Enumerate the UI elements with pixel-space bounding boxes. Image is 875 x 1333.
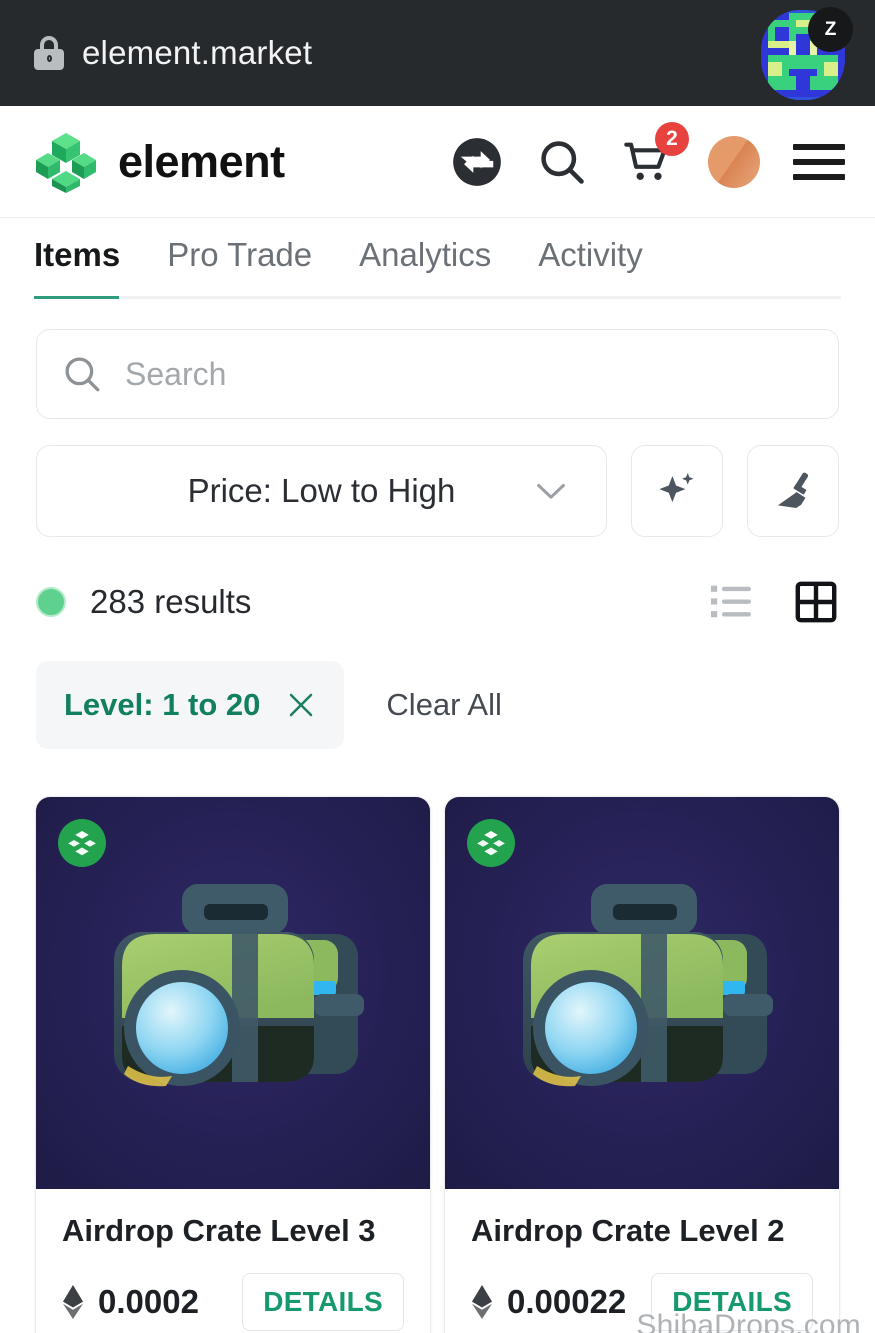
list-view-icon-glyph bbox=[711, 585, 751, 618]
lock-icon bbox=[34, 36, 64, 70]
nft-price: 0.00022 bbox=[507, 1283, 627, 1320]
sparkle-icon bbox=[659, 472, 694, 503]
sort-dropdown-value: Price: Low to High bbox=[187, 472, 456, 509]
brand-home-link[interactable]: element bbox=[34, 131, 285, 193]
main-content: Price: Low to High bbox=[0, 329, 875, 1333]
tab-active-underline bbox=[34, 296, 119, 299]
sweep-button[interactable] bbox=[747, 445, 839, 537]
list-view-icon[interactable] bbox=[709, 582, 753, 622]
nft-artwork[interactable] bbox=[445, 797, 839, 1189]
browser-url-bar[interactable]: element.market Z bbox=[0, 0, 875, 106]
live-status-dot bbox=[36, 587, 66, 617]
browser-account-badge[interactable]: Z bbox=[808, 7, 853, 52]
filter-chip-level[interactable]: Level: 1 to 20 bbox=[36, 661, 345, 749]
filter-chip-label: Level: 1 to 20 bbox=[64, 687, 261, 722]
nft-artwork[interactable] bbox=[36, 797, 430, 1189]
grid-view-icon-glyph bbox=[795, 581, 837, 623]
ethereum-icon bbox=[471, 1285, 493, 1319]
view-toggle-group bbox=[709, 579, 839, 625]
nft-title: Airdrop Crate Level 3 bbox=[62, 1213, 376, 1248]
swap-icon-glyph bbox=[453, 137, 501, 186]
chain-badge-cube-glyph bbox=[477, 831, 505, 856]
sort-dropdown[interactable]: Price: Low to High bbox=[36, 445, 607, 537]
tab-activity[interactable]: Activity bbox=[538, 218, 643, 296]
tab-underline-track bbox=[34, 296, 841, 299]
ethereum-icon bbox=[62, 1285, 84, 1319]
clear-all-button[interactable]: Clear All bbox=[366, 687, 521, 723]
details-button[interactable]: DETAILS bbox=[242, 1273, 404, 1331]
chain-badge-cube-glyph bbox=[68, 831, 96, 856]
search-icon bbox=[65, 357, 100, 392]
nft-card[interactable]: Airdrop Crate Level 3 0.0002 DETAILS bbox=[36, 797, 430, 1333]
nft-title: Airdrop Crate Level 2 bbox=[471, 1213, 785, 1248]
tabs-bar: Items Pro Trade Analytics Activity bbox=[0, 218, 875, 299]
brand-name: element bbox=[118, 135, 285, 187]
search-bar[interactable] bbox=[36, 329, 839, 419]
nft-card-grid: Airdrop Crate Level 3 0.0002 DETAILS Air… bbox=[36, 797, 839, 1333]
filter-row: Price: Low to High bbox=[36, 445, 839, 537]
crate-artwork bbox=[523, 883, 773, 1087]
cart-icon[interactable]: 2 bbox=[621, 121, 689, 188]
url-text: element.market bbox=[82, 34, 313, 71]
search-input[interactable] bbox=[125, 330, 814, 418]
close-icon[interactable] bbox=[286, 690, 316, 720]
active-filters-row: Level: 1 to 20 Clear All bbox=[36, 661, 839, 749]
cart-count-badge: 2 bbox=[655, 121, 689, 156]
element-chain-badge-icon bbox=[58, 819, 106, 867]
crate-artwork bbox=[114, 883, 364, 1087]
tab-pro-trade[interactable]: Pro Trade bbox=[167, 218, 312, 296]
tab-items[interactable]: Items bbox=[34, 218, 120, 296]
avatar[interactable] bbox=[708, 135, 760, 188]
nft-info: Airdrop Crate Level 3 0.0002 DETAILS bbox=[36, 1189, 430, 1333]
header-actions: 2 bbox=[451, 121, 845, 188]
results-count: 283 results bbox=[90, 583, 252, 620]
search-icon-glyph bbox=[541, 140, 584, 184]
element-chain-badge-icon bbox=[467, 819, 515, 867]
tab-analytics[interactable]: Analytics bbox=[359, 218, 491, 296]
search-icon[interactable] bbox=[536, 136, 588, 188]
browser-profile-area[interactable]: Z bbox=[753, 5, 853, 101]
broom-icon bbox=[777, 472, 809, 509]
swap-icon[interactable] bbox=[451, 136, 503, 188]
nft-price: 0.0002 bbox=[98, 1283, 199, 1320]
nft-price-row: 0.0002 DETAILS bbox=[62, 1273, 404, 1331]
watermark: ShibaDrops.com bbox=[636, 1309, 861, 1333]
sparkle-button[interactable] bbox=[631, 445, 723, 537]
element-cube-logo-icon bbox=[36, 132, 96, 193]
hamburger-icon-glyph bbox=[793, 143, 845, 180]
tabs-list: Items Pro Trade Analytics Activity bbox=[34, 218, 841, 296]
hamburger-menu-icon[interactable] bbox=[793, 143, 845, 180]
chevron-down-icon bbox=[537, 483, 565, 499]
results-row: 283 results bbox=[36, 579, 839, 625]
page-root: element.market Z element 2 Items Pro Tra… bbox=[0, 0, 875, 1333]
grid-view-icon[interactable] bbox=[793, 579, 839, 625]
site-header: element 2 bbox=[0, 106, 875, 218]
nft-card[interactable]: Airdrop Crate Level 2 0.00022 DETAILS bbox=[445, 797, 839, 1333]
